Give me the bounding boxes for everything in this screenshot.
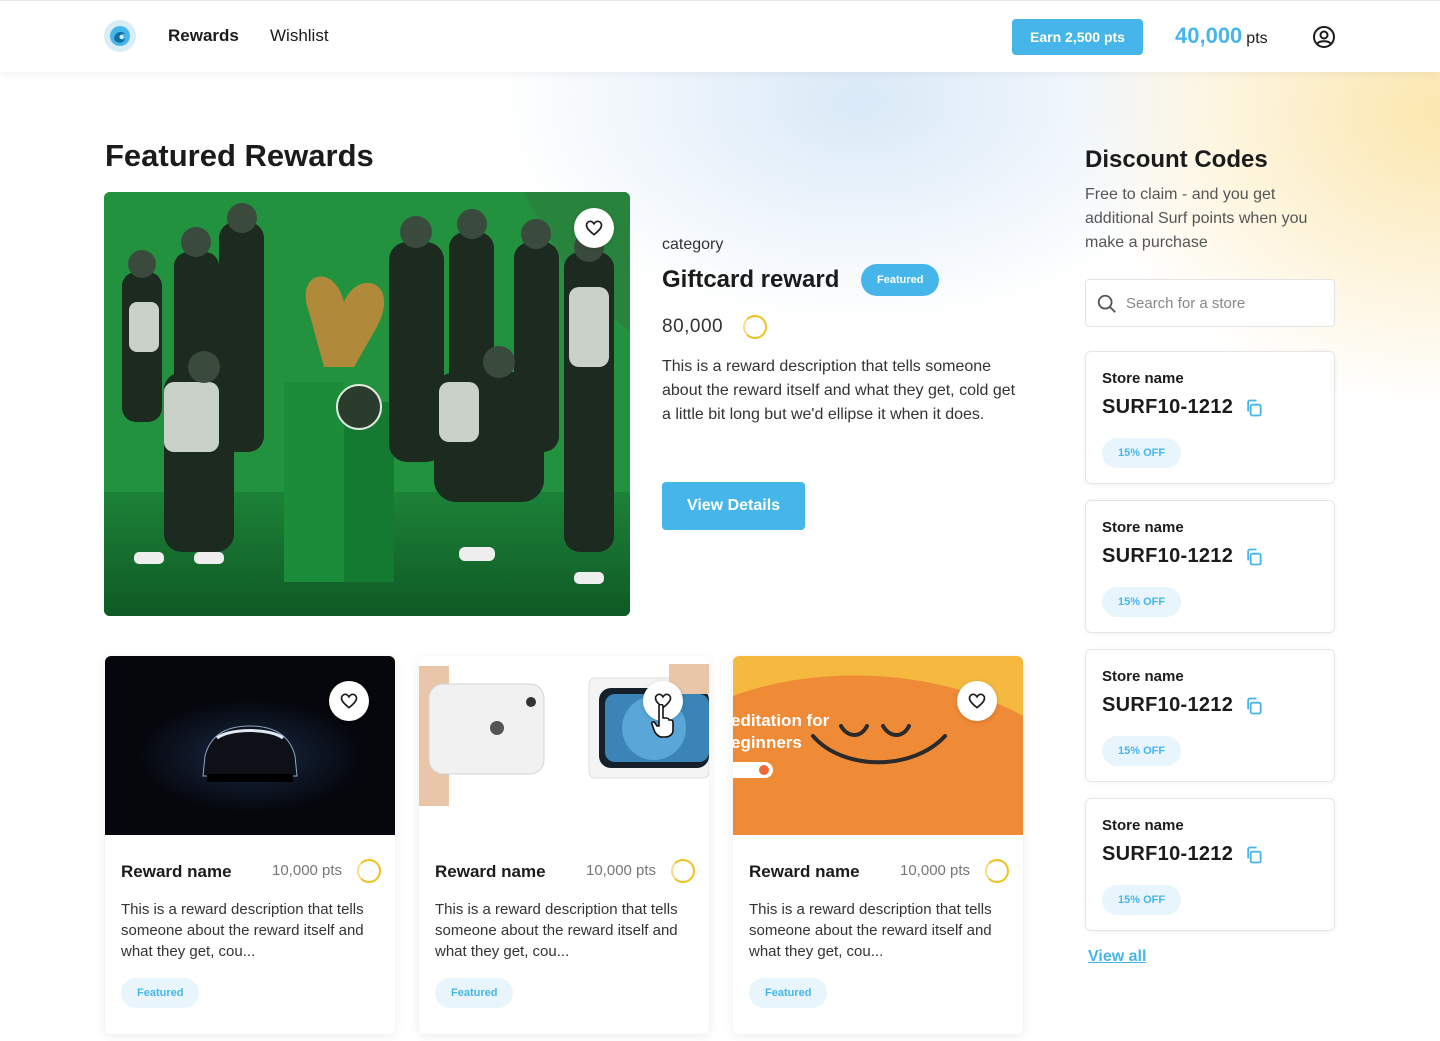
discount-code-card[interactable]: Store name SURF10-1212 15% OFF xyxy=(1085,798,1335,931)
heart-icon xyxy=(585,220,603,236)
copy-icon[interactable] xyxy=(1244,696,1264,716)
surf-logo-icon[interactable] xyxy=(104,20,136,52)
reward-description: This is a reward description that tells … xyxy=(435,901,678,960)
hero-description: This is a reward description that tells … xyxy=(662,358,1016,423)
points-coin-icon xyxy=(742,315,767,339)
heart-icon xyxy=(340,693,358,709)
copy-icon[interactable] xyxy=(1244,845,1264,865)
discount-code: SURF10-1212 xyxy=(1102,694,1234,716)
reward-points: 10,000 pts xyxy=(900,862,971,879)
featured-badge: Featured xyxy=(435,978,514,1008)
points-coin-icon xyxy=(985,859,1009,883)
reward-name: Reward name xyxy=(121,862,232,881)
search-icon xyxy=(1097,294,1116,313)
reward-card[interactable]: Reward name 10,000 pts This is a reward … xyxy=(105,656,395,1034)
discount-code: SURF10-1212 xyxy=(1102,545,1234,567)
points-coin-icon xyxy=(671,859,695,883)
heart-icon xyxy=(968,693,986,709)
store-name: Store name xyxy=(1102,519,1184,536)
wishlist-heart-button[interactable] xyxy=(957,681,997,721)
store-search[interactable] xyxy=(1085,279,1335,327)
top-nav: Rewards Wishlist Earn 2,500 pts 40,000 pt… xyxy=(0,0,1440,72)
hero-reward-name: Giftcard reward xyxy=(662,266,840,293)
discount-code: SURF10-1212 xyxy=(1102,843,1234,865)
discount-badge: 15% OFF xyxy=(1102,885,1182,915)
hero-price: 80,000 xyxy=(662,315,767,339)
reward-card[interactable]: Reward name 10,000 pts This is a reward … xyxy=(419,656,709,1034)
wishlist-heart-button[interactable] xyxy=(574,208,614,248)
search-input[interactable] xyxy=(1126,280,1326,326)
nav-wishlist[interactable]: Wishlist xyxy=(270,26,329,46)
reward-description: This is a reward description that tells … xyxy=(749,901,992,960)
team-green-kit-photo xyxy=(104,192,630,616)
view-details-button[interactable]: View Details xyxy=(662,482,805,530)
points-unit: pts xyxy=(1246,30,1268,47)
discount-codes-subtitle: Free to claim - and you get additional S… xyxy=(1085,186,1308,251)
featured-badge: Featured xyxy=(121,978,200,1008)
reward-points: 10,000 pts xyxy=(586,862,657,879)
featured-badge: Featured xyxy=(861,264,940,296)
featured-rewards-title: Featured Rewards xyxy=(105,138,374,173)
discount-code: SURF10-1212 xyxy=(1102,396,1234,418)
store-name: Store name xyxy=(1102,817,1184,834)
discount-code-card[interactable]: Store name SURF10-1212 15% OFF xyxy=(1085,351,1335,484)
banner-text-line-1: editation for xyxy=(733,711,830,730)
hero-category: category xyxy=(662,236,724,253)
hand-cursor-icon xyxy=(651,704,674,738)
reward-points: 10,000 pts xyxy=(272,862,343,879)
reward-name: Reward name xyxy=(435,862,546,881)
discount-badge: 15% OFF xyxy=(1102,736,1182,766)
store-name: Store name xyxy=(1102,370,1184,387)
nav-rewards[interactable]: Rewards xyxy=(168,26,239,46)
hero-reward-image[interactable] xyxy=(104,192,630,616)
reward-card[interactable]: editation for eginners Reward name 10,00… xyxy=(733,656,1023,1034)
user-circle-icon[interactable] xyxy=(1312,25,1336,49)
discount-code-card[interactable]: Store name SURF10-1212 15% OFF xyxy=(1085,649,1335,782)
view-all-link[interactable]: View all xyxy=(1088,948,1146,966)
discount-code-card[interactable]: Store name SURF10-1212 15% OFF xyxy=(1085,500,1335,633)
featured-badge: Featured xyxy=(749,978,828,1008)
copy-icon[interactable] xyxy=(1244,398,1264,418)
copy-icon[interactable] xyxy=(1244,547,1264,567)
earn-points-button[interactable]: Earn 2,500 pts xyxy=(1012,19,1143,55)
banner-text-line-2: eginners xyxy=(733,733,802,752)
reward-description: This is a reward description that tells … xyxy=(121,901,364,960)
points-value: 40,000 xyxy=(1175,23,1243,48)
wishlist-heart-button[interactable] xyxy=(329,681,369,721)
discount-badge: 15% OFF xyxy=(1102,438,1182,468)
discount-badge: 15% OFF xyxy=(1102,587,1182,617)
hero-price-value: 80,000 xyxy=(662,316,724,338)
points-coin-icon xyxy=(357,859,381,883)
discount-codes-title: Discount Codes xyxy=(1085,146,1268,173)
points-balance: 40,000 pts xyxy=(1175,23,1268,49)
store-name: Store name xyxy=(1102,668,1184,685)
reward-name: Reward name xyxy=(749,862,860,881)
